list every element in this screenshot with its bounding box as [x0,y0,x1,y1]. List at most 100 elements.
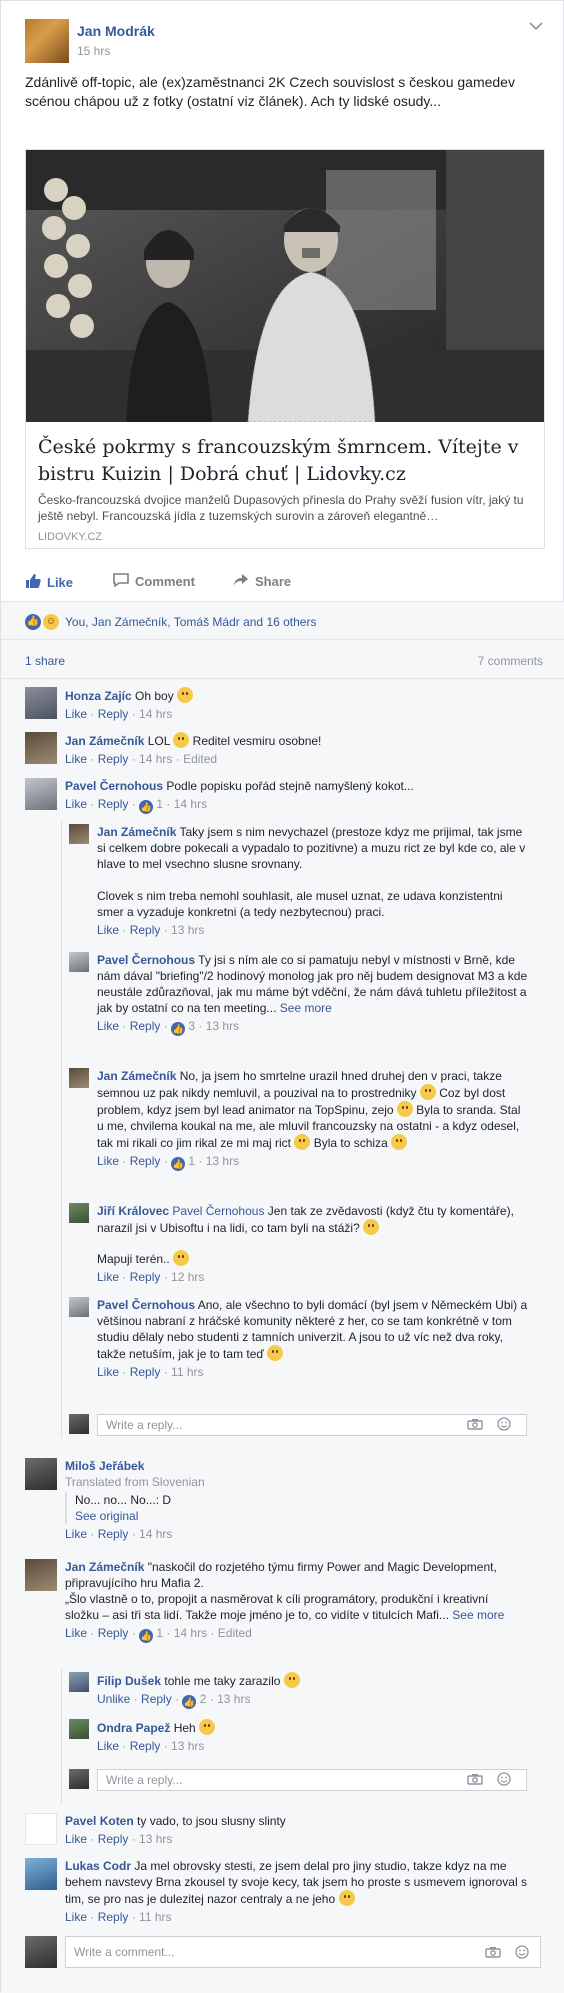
like-count[interactable]: 1 [156,797,163,811]
commenter-name[interactable]: Jan Zámečník [65,1560,144,1574]
reply-link[interactable]: Reply [98,707,129,721]
reply-link[interactable]: Reply [130,923,161,937]
like-count[interactable]: 2 [200,1692,207,1706]
comment-time[interactable]: 14 hrs [174,1626,207,1640]
avatar[interactable] [25,687,57,719]
author-avatar[interactable] [25,19,69,63]
reply-link[interactable]: Reply [130,1019,161,1033]
see-original-link[interactable]: See original [75,1508,525,1524]
comment-time[interactable]: 13 hrs [206,1019,239,1033]
reply-link[interactable]: Reply [130,1154,161,1168]
comment-time[interactable]: 14 hrs [139,752,172,766]
edited-label[interactable]: Edited [183,752,217,766]
avatar[interactable] [69,1203,89,1223]
comments-count[interactable]: 7 comments [478,654,543,668]
reactions-text[interactable]: You, Jan Zámečník, Tomáš Mádr and 16 oth… [65,615,316,629]
like-link[interactable]: Like [97,1019,119,1033]
camera-icon[interactable] [485,1946,501,1961]
like-link[interactable]: Like [65,797,87,811]
avatar[interactable] [69,952,89,972]
avatar[interactable] [25,732,57,764]
comment-input[interactable]: Write a comment... [65,1936,541,1968]
comment-time[interactable]: 11 hrs [139,1910,171,1924]
comment-time[interactable]: 13 hrs [171,923,204,937]
mention-link[interactable]: Pavel Černohous [172,1204,264,1218]
reactions-summary[interactable]: 👍 ☺ You, Jan Zámečník, Tomáš Mádr and 16… [25,614,316,630]
link-title[interactable]: České pokrmy s francouzským šmrncem. Vít… [38,434,534,488]
like-count[interactable]: 1 [188,1154,195,1168]
reply-link[interactable]: Reply [98,1832,129,1846]
avatar[interactable] [69,1068,89,1088]
commenter-name[interactable]: Jiří Královec [97,1204,169,1218]
like-link[interactable]: Like [97,1365,119,1379]
commenter-name[interactable]: Pavel Černohous [97,953,195,967]
chevron-down-icon[interactable] [529,21,545,33]
commenter-name[interactable]: Pavel Koten [65,1814,134,1828]
camera-icon[interactable] [467,1418,483,1433]
link-preview[interactable]: České pokrmy s francouzským šmrncem. Vít… [25,149,545,549]
avatar[interactable] [69,1672,89,1692]
emoji-picker-icon[interactable] [497,1772,511,1789]
commenter-name[interactable]: Lukas Codr [65,1859,131,1873]
comment-time[interactable]: 13 hrs [206,1154,239,1168]
reply-link[interactable]: Reply [98,752,129,766]
comment-time[interactable]: 13 hrs [217,1692,250,1706]
like-link[interactable]: Like [65,752,87,766]
like-link[interactable]: Like [65,1626,87,1640]
like-link[interactable]: Like [97,1154,119,1168]
link-image[interactable] [26,150,544,422]
unlike-link[interactable]: Unlike [97,1692,130,1706]
like-count[interactable]: 1 [156,1626,163,1640]
comment-time[interactable]: 12 hrs [171,1270,204,1284]
avatar[interactable] [69,1719,89,1739]
comment-time[interactable]: 14 hrs [174,797,207,811]
reply-link[interactable]: Reply [130,1365,161,1379]
avatar[interactable] [69,824,89,844]
avatar[interactable] [25,1858,57,1890]
reply-link[interactable]: Reply [141,1692,172,1706]
reply-link[interactable]: Reply [98,797,129,811]
avatar[interactable] [25,778,57,810]
post-author[interactable]: Jan Modrák [77,23,155,39]
reply-input[interactable]: Write a reply... [97,1769,527,1791]
like-link[interactable]: Like [65,1910,87,1924]
emoji-picker-icon[interactable] [515,1945,529,1962]
comment-button[interactable]: Comment [113,573,195,590]
emoji-picker-icon[interactable] [497,1417,511,1434]
commenter-name[interactable]: Jan Zámečník [65,734,144,748]
commenter-name[interactable]: Pavel Černohous [65,779,163,793]
reply-link[interactable]: Reply [130,1270,161,1284]
like-link[interactable]: Like [65,1832,87,1846]
comment-time[interactable]: 14 hrs [139,707,172,721]
comment-time[interactable]: 11 hrs [171,1365,203,1379]
like-link[interactable]: Like [65,707,87,721]
share-button[interactable]: Share [233,573,291,590]
like-count[interactable]: 3 [188,1019,195,1033]
commenter-name[interactable]: Filip Dušek [97,1674,161,1688]
reply-link[interactable]: Reply [98,1527,129,1541]
comment-time[interactable]: 13 hrs [171,1739,204,1753]
like-link[interactable]: Like [97,1270,119,1284]
see-more-link[interactable]: See more [452,1608,504,1622]
camera-icon[interactable] [467,1773,483,1788]
like-link[interactable]: Like [97,923,119,937]
commenter-name[interactable]: Pavel Černohous [97,1298,195,1312]
commenter-name[interactable]: Jan Zámečník [97,825,176,839]
shares-link[interactable]: 1 share [25,654,65,668]
avatar[interactable] [25,1458,57,1490]
like-link[interactable]: Like [65,1527,87,1541]
commenter-name[interactable]: Ondra Papež [97,1721,170,1735]
reply-link[interactable]: Reply [98,1626,129,1640]
comment-time[interactable]: 14 hrs [139,1527,172,1541]
see-more-link[interactable]: See more [280,1001,332,1015]
like-link[interactable]: Like [97,1739,119,1753]
like-button[interactable]: Like [25,573,73,592]
commenter-name[interactable]: Honza Zajíc [65,689,132,703]
reply-link[interactable]: Reply [130,1739,161,1753]
avatar[interactable] [25,1559,57,1591]
post-timestamp[interactable]: 15 hrs [77,44,110,58]
reply-link[interactable]: Reply [98,1910,129,1924]
commenter-name[interactable]: Miloš Jeřábek [65,1459,144,1473]
reply-input[interactable]: Write a reply... [97,1414,527,1436]
edited-label[interactable]: Edited [218,1626,252,1640]
